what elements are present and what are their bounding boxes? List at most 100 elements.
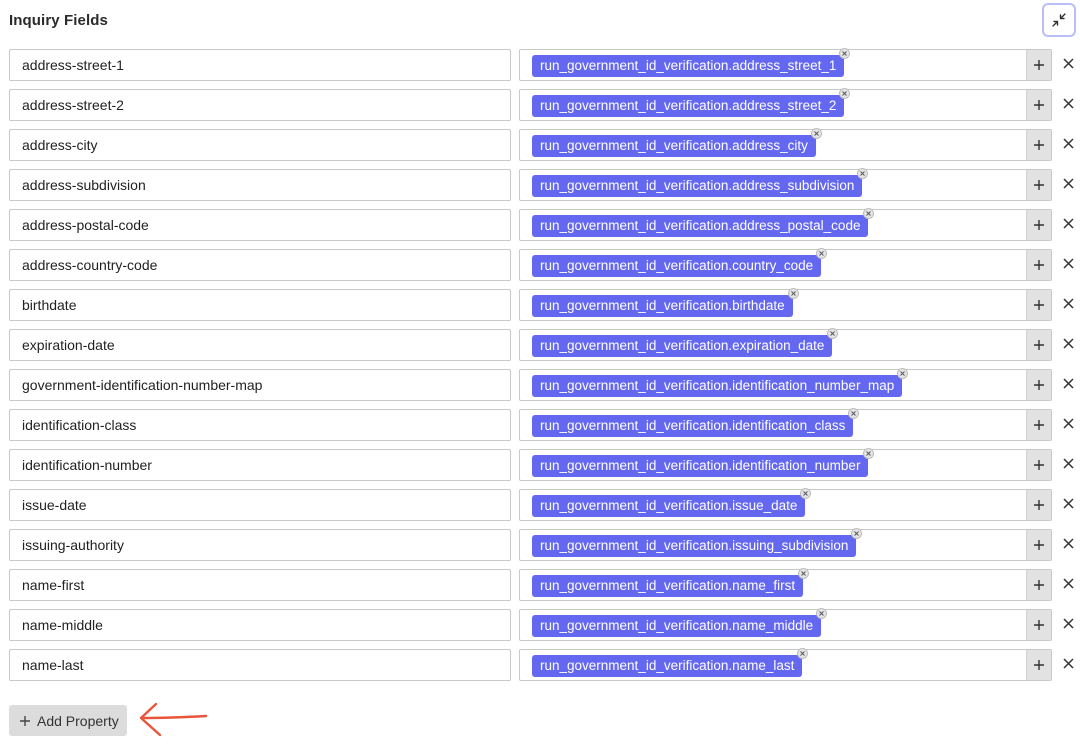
add-property-button[interactable]: Add Property xyxy=(9,705,127,736)
remove-row-button[interactable] xyxy=(1059,649,1077,677)
field-value-input[interactable]: run_government_id_verification.issuing_s… xyxy=(519,528,1052,561)
remove-row-button[interactable] xyxy=(1059,609,1077,637)
close-icon xyxy=(1062,257,1074,269)
chip-remove-button[interactable] xyxy=(848,408,860,419)
field-value-input[interactable]: run_government_id_verification.identific… xyxy=(519,448,1052,481)
chip-remove-button[interactable] xyxy=(897,368,909,379)
chip-remove-button[interactable] xyxy=(839,48,851,59)
chip-remove-button[interactable] xyxy=(857,168,869,179)
field-value-input[interactable]: run_government_id_verification.address_p… xyxy=(519,208,1052,241)
chip-remove-button[interactable] xyxy=(863,208,875,219)
field-key-input[interactable]: identification-class xyxy=(9,409,511,441)
close-icon xyxy=(1062,177,1074,189)
chip-remove-icon xyxy=(803,491,809,496)
add-value-button[interactable] xyxy=(1026,50,1051,80)
remove-row-button[interactable] xyxy=(1059,169,1077,197)
remove-row-button[interactable] xyxy=(1059,409,1077,437)
add-value-button[interactable] xyxy=(1026,210,1051,240)
remove-row-button[interactable] xyxy=(1059,369,1077,397)
field-key-input[interactable]: birthdate xyxy=(9,289,511,321)
chip-remove-button[interactable] xyxy=(816,608,828,619)
remove-row-button[interactable] xyxy=(1059,89,1077,117)
add-value-button[interactable] xyxy=(1026,330,1051,360)
plus-icon xyxy=(1034,380,1044,390)
add-value-button[interactable] xyxy=(1026,530,1051,560)
field-key-input[interactable]: name-last xyxy=(9,649,511,681)
field-value-input[interactable]: run_government_id_verification.country_c… xyxy=(519,248,1052,281)
chip-remove-button[interactable] xyxy=(800,488,812,499)
plus-icon xyxy=(1034,660,1044,670)
chip-remove-button[interactable] xyxy=(839,88,851,99)
close-icon xyxy=(1062,617,1074,629)
add-value-button[interactable] xyxy=(1026,290,1051,320)
field-value-input[interactable]: run_government_id_verification.name_last xyxy=(519,648,1052,681)
add-value-button[interactable] xyxy=(1026,490,1051,520)
remove-row-button[interactable] xyxy=(1059,129,1077,157)
remove-row-button[interactable] xyxy=(1059,449,1077,477)
add-value-button[interactable] xyxy=(1026,610,1051,640)
remove-row-button[interactable] xyxy=(1059,529,1077,557)
value-chip: run_government_id_verification.identific… xyxy=(532,408,860,437)
add-value-button[interactable] xyxy=(1026,90,1051,120)
chip-remove-button[interactable] xyxy=(810,128,822,139)
add-value-button[interactable] xyxy=(1026,650,1051,680)
arrow-left-icon xyxy=(139,702,208,737)
chip-remove-button[interactable] xyxy=(851,528,863,539)
chip-remove-button[interactable] xyxy=(863,448,875,459)
add-value-button[interactable] xyxy=(1026,370,1051,400)
add-value-button[interactable] xyxy=(1026,570,1051,600)
value-chip: run_government_id_verification.country_c… xyxy=(532,248,828,277)
remove-row-button[interactable] xyxy=(1059,209,1077,237)
field-value-input[interactable]: run_government_id_verification.identific… xyxy=(519,408,1052,441)
chip-remove-button[interactable] xyxy=(798,568,810,579)
field-value-input[interactable]: run_government_id_verification.birthdate xyxy=(519,288,1052,321)
remove-row-button[interactable] xyxy=(1059,249,1077,277)
value-chip: run_government_id_verification.birthdate xyxy=(532,288,799,317)
field-key-input[interactable]: address-city xyxy=(9,129,511,161)
collapse-button[interactable] xyxy=(1042,3,1076,37)
field-value-input[interactable]: run_government_id_verification.address_c… xyxy=(519,128,1052,161)
field-key-input[interactable]: name-first xyxy=(9,569,511,601)
remove-row-button[interactable] xyxy=(1059,49,1077,77)
field-value-input[interactable]: run_government_id_verification.expiratio… xyxy=(519,328,1052,361)
remove-row-button[interactable] xyxy=(1059,329,1077,357)
chip-remove-button[interactable] xyxy=(816,248,828,259)
field-key-input[interactable]: address-street-2 xyxy=(9,89,511,121)
field-value-input[interactable]: run_government_id_verification.address_s… xyxy=(519,88,1052,121)
add-value-button[interactable] xyxy=(1026,130,1051,160)
field-key-input[interactable]: address-postal-code xyxy=(9,209,511,241)
add-value-button[interactable] xyxy=(1026,450,1051,480)
chip-remove-button[interactable] xyxy=(827,328,839,339)
field-value-input[interactable]: run_government_id_verification.issue_dat… xyxy=(519,488,1052,521)
field-key-input[interactable]: issuing-authority xyxy=(9,529,511,561)
add-value-button[interactable] xyxy=(1026,170,1051,200)
field-value-input[interactable]: run_government_id_verification.identific… xyxy=(519,368,1052,401)
remove-row-button[interactable] xyxy=(1059,489,1077,517)
field-value-input[interactable]: run_government_id_verification.name_midd… xyxy=(519,608,1052,641)
close-icon xyxy=(1062,457,1074,469)
field-key-input[interactable]: issue-date xyxy=(9,489,511,521)
field-key-input[interactable]: address-subdivision xyxy=(9,169,511,201)
field-key-input[interactable]: expiration-date xyxy=(9,329,511,361)
chip-remove-button[interactable] xyxy=(797,648,809,659)
remove-row-button[interactable] xyxy=(1059,569,1077,597)
field-key-input[interactable]: address-country-code xyxy=(9,249,511,281)
add-value-button[interactable] xyxy=(1026,410,1051,440)
field-key-input[interactable]: name-middle xyxy=(9,609,511,641)
value-chip-label: run_government_id_verification.address_s… xyxy=(540,178,855,193)
add-value-button[interactable] xyxy=(1026,250,1051,280)
field-key-input[interactable]: government-identification-number-map xyxy=(9,369,511,401)
value-chip: run_government_id_verification.address_s… xyxy=(532,168,869,197)
remove-row-button[interactable] xyxy=(1059,289,1077,317)
field-key-input[interactable]: address-street-1 xyxy=(9,49,511,81)
chip-remove-icon xyxy=(800,651,806,656)
field-value-input[interactable]: run_government_id_verification.name_firs… xyxy=(519,568,1052,601)
plus-icon xyxy=(1034,420,1044,430)
field-value-input[interactable]: run_government_id_verification.address_s… xyxy=(519,48,1052,81)
field-key-input[interactable]: identification-number xyxy=(9,449,511,481)
plus-icon xyxy=(1034,220,1044,230)
field-value-input[interactable]: run_government_id_verification.address_s… xyxy=(519,168,1052,201)
chip-remove-icon xyxy=(900,371,906,376)
plus-icon xyxy=(1034,140,1044,150)
chip-remove-button[interactable] xyxy=(787,288,799,299)
